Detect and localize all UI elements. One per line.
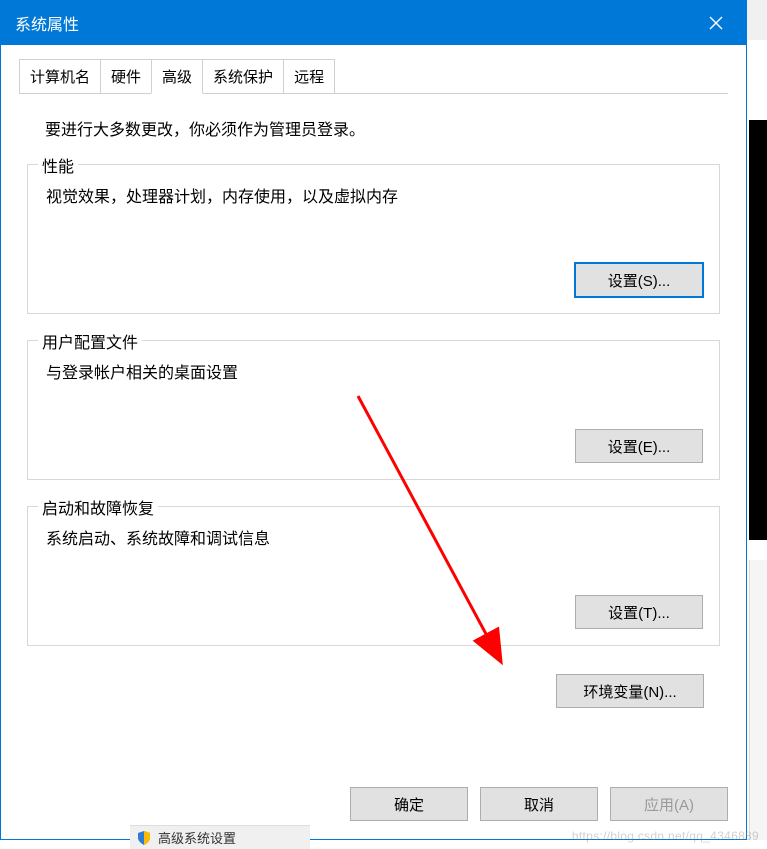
group-startup-recovery-legend: 启动和故障恢复 <box>38 495 158 519</box>
group-performance-legend: 性能 <box>38 153 78 177</box>
cancel-button[interactable]: 取消 <box>480 787 598 821</box>
titlebar: 系统属性 <box>1 1 746 45</box>
watermark-text: https://blog.csdn.net/qq_4346889 <box>572 829 759 843</box>
group-user-profiles-desc: 与登录帐户相关的桌面设置 <box>46 359 703 383</box>
apply-button[interactable]: 应用(A) <box>610 787 728 821</box>
shield-icon <box>136 830 152 846</box>
startup-recovery-settings-button[interactable]: 设置(T)... <box>575 595 703 629</box>
group-startup-recovery: 启动和故障恢复 系统启动、系统故障和调试信息 设置(T)... <box>27 506 720 646</box>
tab-hardware[interactable]: 硬件 <box>100 59 152 93</box>
user-profiles-settings-button[interactable]: 设置(E)... <box>575 429 703 463</box>
tab-content-advanced: 要进行大多数更改，你必须作为管理员登录。 性能 视觉效果，处理器计划，内存使用，… <box>19 93 728 787</box>
background-panel-strip <box>749 560 767 840</box>
background-task-item: 高级系统设置 <box>130 825 310 849</box>
background-dark-strip <box>749 120 767 540</box>
environment-variables-button[interactable]: 环境变量(N)... <box>556 674 704 708</box>
group-performance-desc: 视觉效果，处理器计划，内存使用，以及虚拟内存 <box>46 183 703 207</box>
tab-remote[interactable]: 远程 <box>283 59 335 93</box>
group-performance: 性能 视觉效果，处理器计划，内存使用，以及虚拟内存 设置(S)... <box>27 164 720 314</box>
tab-computer-name[interactable]: 计算机名 <box>19 59 101 93</box>
admin-required-text: 要进行大多数更改，你必须作为管理员登录。 <box>45 116 720 140</box>
window-title: 系统属性 <box>15 11 686 35</box>
close-icon <box>709 16 723 30</box>
group-user-profiles-legend: 用户配置文件 <box>38 329 142 353</box>
background-task-label: 高级系统设置 <box>158 828 236 847</box>
tab-system-protection[interactable]: 系统保护 <box>202 59 284 93</box>
close-button[interactable] <box>686 1 746 45</box>
tab-advanced[interactable]: 高级 <box>151 59 203 94</box>
group-startup-recovery-desc: 系统启动、系统故障和调试信息 <box>46 525 703 549</box>
ok-button[interactable]: 确定 <box>350 787 468 821</box>
system-properties-dialog: 系统属性 计算机名 硬件 高级 系统保护 远程 要进行大多数更改，你必须作为管理… <box>0 0 747 840</box>
tab-strip: 计算机名 硬件 高级 系统保护 远程 <box>1 45 746 93</box>
group-user-profiles: 用户配置文件 与登录帐户相关的桌面设置 设置(E)... <box>27 340 720 480</box>
performance-settings-button[interactable]: 设置(S)... <box>575 263 703 297</box>
